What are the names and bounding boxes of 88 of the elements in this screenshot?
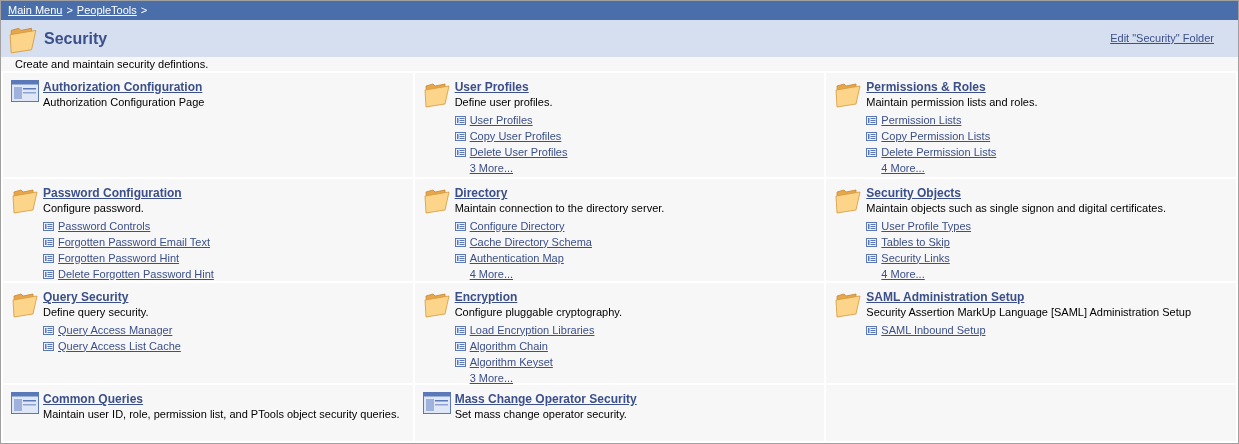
page-link[interactable]: Load Encryption Libraries — [469, 321, 595, 339]
list-icon — [454, 115, 466, 125]
list-icon — [866, 221, 878, 231]
folder-icon — [11, 290, 39, 318]
folder-icon — [834, 186, 863, 214]
list-icon — [454, 325, 466, 335]
list-icon — [454, 357, 466, 367]
page-link[interactable]: SAML Inbound Setup — [881, 321, 986, 339]
page-link[interactable]: Algorithm Chain — [469, 337, 548, 355]
tile-title-link[interactable]: Common Queries — [43, 391, 400, 407]
list-icon — [866, 237, 878, 247]
tile-description: Maintain permission lists and roles. — [866, 95, 1038, 109]
breadcrumb-link[interactable]: Main Menu — [8, 2, 63, 19]
window-icon — [422, 392, 451, 414]
tile-description: Define user profiles. — [454, 95, 554, 109]
tile-description: Maintain user ID, role, permission list, and PTools object security queries. — [43, 407, 400, 421]
tile-title-link[interactable]: SAML Administration Setup — [866, 289, 1191, 305]
list-icon — [866, 115, 878, 125]
folder-icon — [11, 186, 39, 214]
page-link[interactable]: Configure Directory — [469, 217, 565, 235]
list-icon — [454, 147, 466, 157]
tile-title-link[interactable]: Mass Change Operator Security — [454, 391, 637, 407]
folder-icon — [422, 80, 451, 108]
page-link[interactable]: Delete Forgotten Password Hint — [58, 265, 214, 283]
page-link[interactable]: Copy User Profiles — [469, 127, 562, 145]
list-icon — [454, 237, 466, 247]
page-link[interactable]: Query Access Manager — [58, 321, 173, 339]
page-link[interactable]: Algorithm Keyset — [469, 353, 553, 371]
tile-title-link[interactable]: Encryption — [454, 289, 622, 305]
tile-title-link[interactable]: Directory — [454, 185, 665, 201]
more-link[interactable]: 4 More... — [881, 160, 1038, 176]
tile-description: Define query security. — [43, 305, 150, 319]
breadcrumb-separator: > — [66, 3, 73, 19]
more-link[interactable]: 3 More... — [469, 370, 622, 386]
list-icon — [43, 341, 54, 351]
page-link[interactable]: Query Access List Cache — [58, 337, 181, 355]
window-icon — [11, 80, 39, 102]
more-link[interactable]: 4 More... — [881, 266, 1166, 282]
page-link[interactable]: Copy Permission Lists — [881, 127, 991, 145]
folder-icon — [834, 80, 863, 108]
tile-title-link[interactable]: User Profiles — [454, 79, 568, 95]
list-icon — [866, 325, 878, 335]
tile-description: Configure password. — [43, 201, 145, 215]
tile-title-link[interactable]: Authorization Configuration — [43, 79, 205, 95]
list-icon — [866, 147, 878, 157]
page-link[interactable]: Forgotten Password Email Text — [58, 233, 211, 251]
page-link[interactable]: Tables to Skip — [881, 233, 950, 251]
page-link[interactable]: Permission Lists — [881, 111, 962, 129]
edit-folder-link[interactable]: Edit "Security" Folder — [1110, 30, 1214, 47]
page-link[interactable]: Cache Directory Schema — [469, 233, 592, 251]
more-link[interactable]: 4 More... — [469, 266, 665, 282]
list-icon — [866, 253, 878, 263]
tile-description: Authorization Configuration Page — [43, 95, 205, 109]
list-icon — [454, 131, 466, 141]
window-icon — [11, 392, 39, 414]
page-link[interactable]: User Profiles — [469, 111, 533, 129]
tile-title-link[interactable]: Permissions & Roles — [866, 79, 1038, 95]
list-icon — [43, 325, 54, 335]
list-icon — [43, 237, 54, 247]
folder-icon — [422, 290, 451, 318]
breadcrumb-link[interactable]: PeopleTools — [76, 2, 137, 19]
tile-title-link[interactable]: Password Configuration — [43, 185, 214, 201]
page-link[interactable]: Delete User Profiles — [469, 143, 568, 161]
page-link[interactable]: Security Links — [881, 249, 950, 267]
tile-title-link[interactable]: Query Security — [43, 289, 181, 305]
list-icon — [454, 341, 466, 351]
page-link[interactable]: User Profile Types — [881, 217, 971, 235]
page-link[interactable]: Password Controls — [58, 217, 151, 235]
page-title: Security — [44, 28, 108, 49]
tile-description: Security Assertion MarkUp Language [SAML] Administration Setup — [866, 305, 1191, 319]
list-icon — [43, 221, 54, 231]
tile-description: Maintain objects such as single signon and digital certificates. — [866, 201, 1166, 215]
list-icon — [43, 253, 54, 263]
tile-description: Configure pluggable cryptography. — [454, 305, 622, 319]
page-link[interactable]: Forgotten Password Hint — [58, 249, 180, 267]
list-icon — [454, 221, 466, 231]
tile-title-link[interactable]: Security Objects — [866, 185, 1166, 201]
breadcrumb-separator: > — [140, 3, 148, 19]
tile-description: Maintain connection to the directory server. — [454, 201, 665, 215]
list-icon — [454, 253, 466, 263]
folder-icon — [834, 290, 863, 318]
list-icon — [866, 131, 878, 141]
page-link[interactable]: Delete Permission Lists — [881, 143, 997, 161]
page-link[interactable]: Authentication Map — [469, 249, 564, 267]
tile-description: Set mass change operator security. — [454, 407, 628, 421]
page-description: Create and maintain security defintions. — [1, 57, 1238, 71]
more-link[interactable]: 3 More... — [469, 160, 568, 176]
folder-icon — [422, 186, 451, 214]
